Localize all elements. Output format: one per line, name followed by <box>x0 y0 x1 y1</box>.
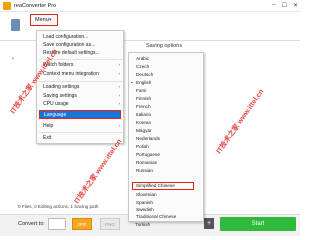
language-option[interactable]: Romanian <box>136 160 157 165</box>
language-submenu: Arabic Czech Deutsch • English Farsi Fin… <box>128 52 204 222</box>
window-controls: – ☐ ✕ <box>272 2 298 9</box>
language-option-simplified-chinese[interactable]: Simplified Chinese <box>136 183 175 188</box>
menu-item-exit[interactable]: Exit <box>43 135 51 141</box>
menu-item-context-menu[interactable]: Context menu integration <box>43 71 99 77</box>
status-text: 0 Files, 0 Editing actions, 1 Saving pat… <box>18 204 99 209</box>
format-png-button[interactable]: PNG <box>100 218 120 230</box>
format-dropdown[interactable] <box>48 218 66 230</box>
main-menu: Load configuration... Save configuration… <box>36 30 124 144</box>
close-icon[interactable]: ✕ <box>293 2 298 9</box>
submenu-arrow-icon: › <box>118 84 120 89</box>
language-option-selected[interactable]: English <box>136 80 151 85</box>
app-icon <box>3 2 11 10</box>
saving-options-label[interactable]: Saving options <box>146 43 182 49</box>
maximize-icon[interactable]: ☐ <box>282 2 287 9</box>
language-option[interactable]: Czech <box>136 64 149 69</box>
language-option[interactable]: Nederlands <box>136 136 160 141</box>
menu-separator <box>39 81 123 82</box>
language-option[interactable]: Deutsch <box>136 72 153 77</box>
add-format-button[interactable]: + <box>204 218 214 229</box>
start-button[interactable]: Start <box>220 217 296 231</box>
language-option[interactable]: Farsi <box>136 88 146 93</box>
convert-to-label: Convert to: <box>18 221 45 227</box>
window-title: reaConverter Pro <box>14 3 57 9</box>
language-option[interactable]: Turkish <box>135 222 150 227</box>
menu-item-saving-settings[interactable]: Saving settings <box>43 93 77 99</box>
language-option[interactable]: Magyar <box>136 128 152 133</box>
submenu-arrow-icon: › <box>118 123 120 128</box>
language-option[interactable]: Finnish <box>136 96 151 101</box>
submenu-arrow-icon: › <box>118 93 120 98</box>
submenu-arrow-icon: › <box>118 71 120 76</box>
menu-item-help[interactable]: Help <box>43 123 53 129</box>
submenu-arrow-icon: › <box>118 62 120 67</box>
language-option[interactable]: Arabic <box>136 56 149 61</box>
title-bar: reaConverter Pro – ☐ ✕ <box>0 0 300 12</box>
language-option[interactable]: Spanish <box>136 200 153 205</box>
language-option[interactable]: Polish <box>136 144 149 149</box>
language-option[interactable]: Korean <box>136 120 151 125</box>
language-option[interactable]: Slovenian <box>136 192 157 197</box>
file-icon[interactable] <box>11 19 20 31</box>
selected-bullet-icon: • <box>131 80 133 85</box>
language-option[interactable]: French <box>136 104 151 109</box>
menu-item-cpu-usage[interactable]: CPU usage <box>43 101 69 107</box>
language-option[interactable]: Italiano <box>136 112 151 117</box>
menu-separator <box>39 132 123 133</box>
menu-item-load-configuration[interactable]: Load configuration... <box>43 34 88 40</box>
format-jpg-button[interactable]: JPG <box>72 218 92 230</box>
menu-button-label: Menu <box>35 17 49 23</box>
submenu-arrow-icon: › <box>118 101 120 106</box>
language-option[interactable]: Traditional Chinese <box>136 214 176 219</box>
submenu-arrow-icon: › <box>44 112 46 118</box>
chevron-down-icon: ▾ <box>49 17 52 23</box>
chevron-right-icon[interactable]: › <box>12 56 14 62</box>
language-option[interactable]: Portuguese <box>136 152 160 157</box>
language-option[interactable]: Russian <box>136 168 153 173</box>
menu-item-loading-settings[interactable]: Loading settings <box>43 84 79 90</box>
menu-button[interactable]: Menu ▾ <box>30 14 58 26</box>
menu-item-language[interactable]: Language › <box>39 110 121 119</box>
minimize-icon[interactable]: – <box>272 2 275 9</box>
language-option[interactable]: Swedish <box>136 207 154 212</box>
